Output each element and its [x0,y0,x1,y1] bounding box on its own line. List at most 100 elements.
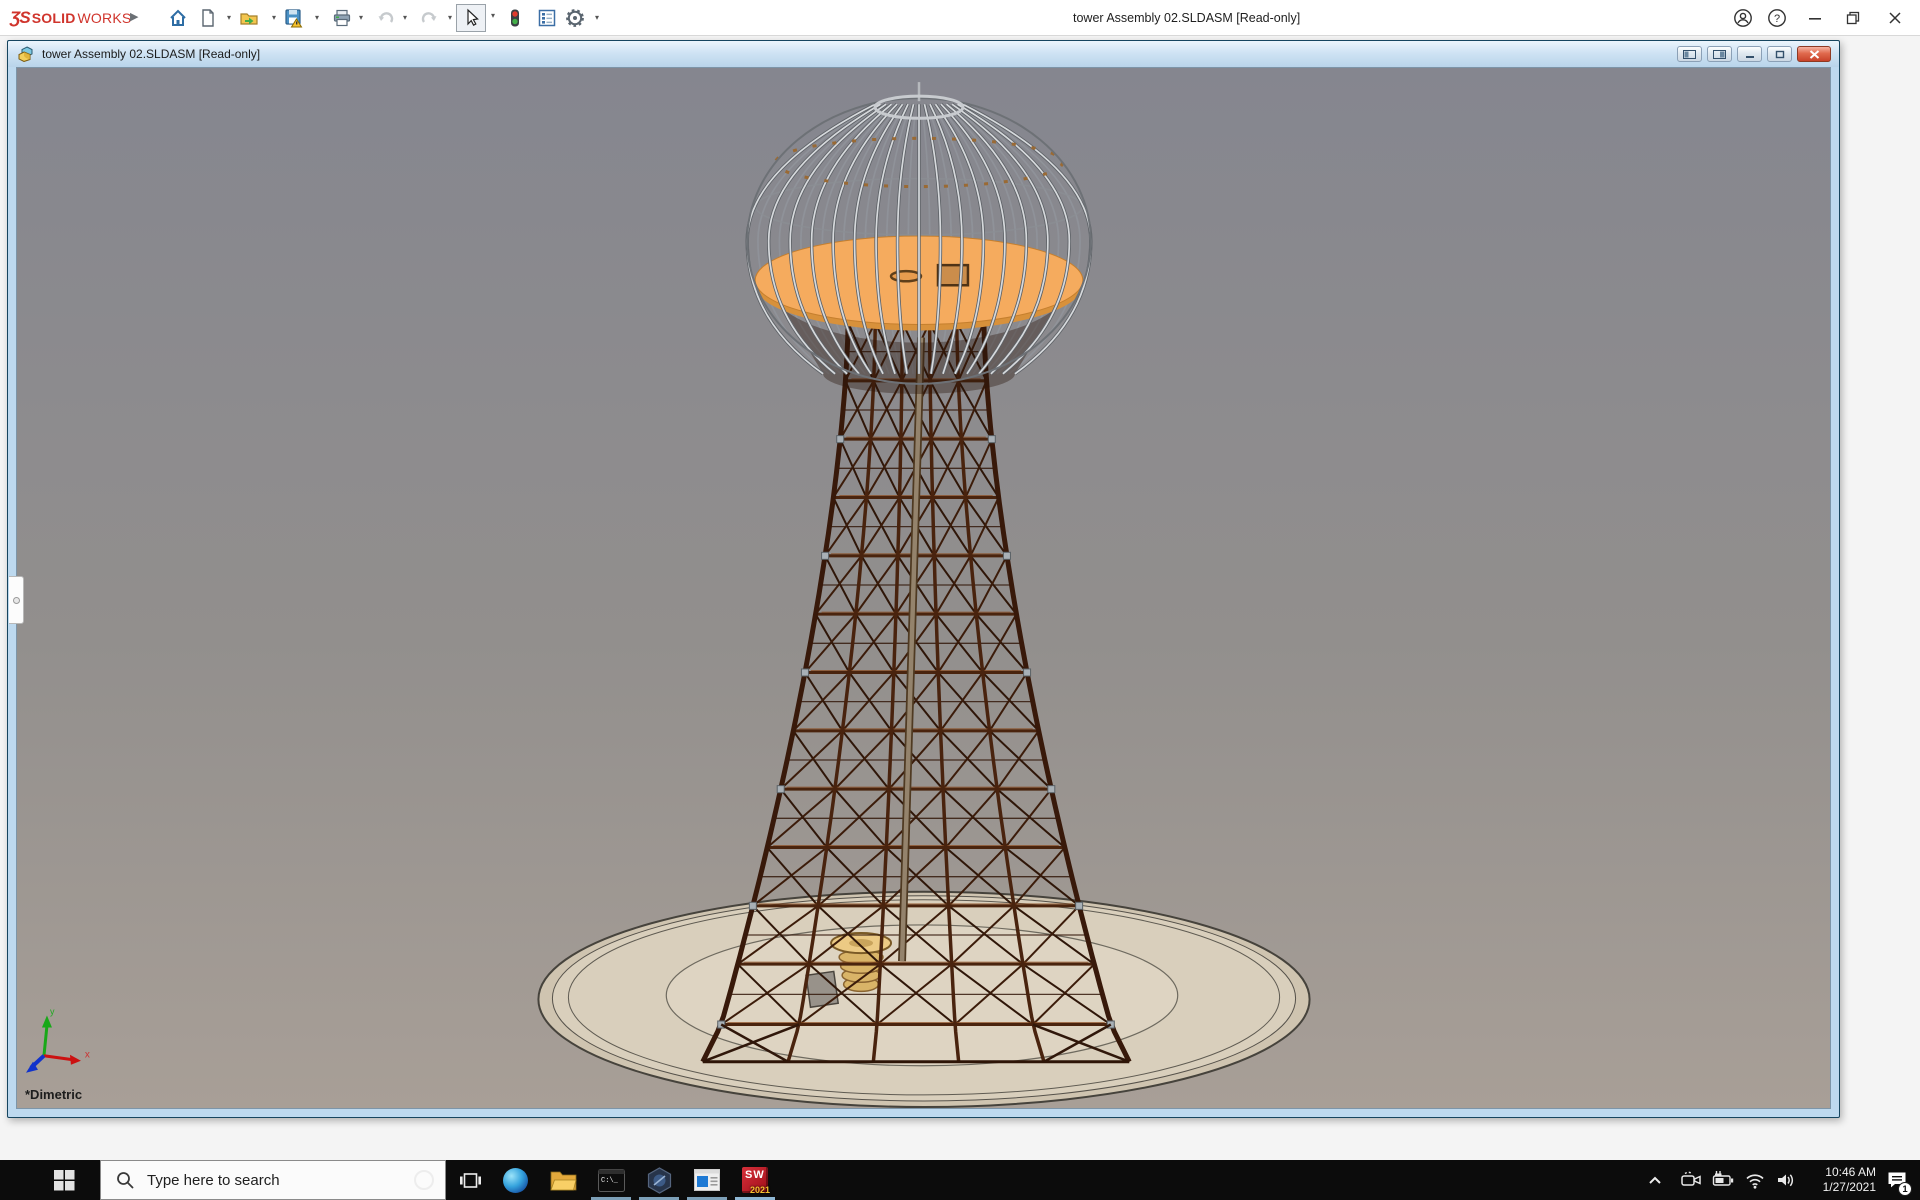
chevron-up-icon [1645,1170,1665,1190]
split-left-button[interactable] [1677,46,1702,62]
open-button[interactable] [238,7,260,29]
svg-text:C:\_: C:\_ [601,1177,619,1185]
save-button[interactable] [283,7,305,29]
rebuild-button[interactable] [504,7,526,29]
new-document-dropdown[interactable]: ▾ [224,13,234,22]
graphics-viewport[interactable]: xy *Dimetric [16,67,1831,1109]
command-prompt-icon: C:\_ [598,1169,625,1192]
select-tool-dropdown[interactable]: ▾ [488,11,498,20]
clock[interactable]: 10:46 AM 1/27/2021 [1796,1165,1876,1195]
help-button[interactable]: ? [1763,4,1791,32]
edrawings-button[interactable] [635,1160,683,1200]
taskbar-search-input[interactable]: Type here to search [100,1160,446,1200]
solidworks-app-icon: SW 2021 [742,1167,768,1193]
redo-dropdown[interactable]: ▾ [445,13,455,22]
help-icon: ? [1767,8,1787,28]
print-dropdown[interactable]: ▾ [356,13,366,22]
logo-text-solid: SOLID [32,10,76,26]
triad-x-label: x [85,1050,90,1061]
minimize-button[interactable] [1801,4,1829,32]
app-title: tower Assembly 02.SLDASM [Read-only] [1073,0,1300,36]
start-button[interactable] [42,1160,86,1200]
minimize-icon [1808,11,1822,25]
volume-icon [1775,1169,1797,1191]
close-button[interactable] [1881,4,1909,32]
feature-tree-collapse-tab[interactable] [9,576,24,624]
edrawings-hexagon-icon [646,1167,673,1194]
maximize-restore-button[interactable] [1839,4,1867,32]
windows-start-icon [54,1170,75,1191]
tray-date: 1/27/2021 [1796,1180,1876,1195]
options-button[interactable] [564,7,586,29]
svg-text:?: ? [1774,13,1780,25]
close-icon [1888,11,1902,25]
orientation-triad[interactable]: xy [26,1006,90,1072]
hidden-icons-button[interactable] [1640,1160,1670,1200]
doc-close-icon [1809,50,1820,59]
doc-minimize-button[interactable] [1737,46,1762,62]
doc-close-button[interactable] [1797,46,1831,62]
doc-minimize-icon [1745,50,1755,59]
select-cursor-icon [462,8,480,28]
open-dropdown[interactable]: ▾ [269,13,279,22]
split-left-icon [1683,50,1696,59]
system-window-button[interactable] [683,1160,731,1200]
document-title-bar[interactable]: tower Assembly 02.SLDASM [Read-only] [8,41,1839,67]
solidworks-taskbar-button[interactable]: SW 2021 [731,1160,779,1200]
restore-icon [1846,11,1860,25]
solidworks-logo: ƷS SOLIDWORKS [10,0,131,36]
cortana-icon [414,1170,434,1190]
print-icon [332,8,352,28]
task-view-button[interactable] [448,1160,492,1200]
meet-now-camera-icon [1680,1169,1702,1191]
system-window-icon [694,1169,720,1191]
print-button[interactable] [331,7,353,29]
home-icon [168,8,188,28]
undo-button[interactable] [375,7,397,29]
triad-y-label: y [50,1006,55,1016]
edge-button[interactable] [491,1160,539,1200]
document-window: tower Assembly 02.SLDASM [Read-only] xy … [7,40,1840,1118]
search-icon [115,1170,135,1190]
solidworks-swoosh-icon: ƷS [10,8,30,28]
file-properties-icon [537,8,557,28]
3d-model-scene[interactable]: xy [17,68,1830,1108]
home-button[interactable] [167,7,189,29]
open-icon [239,8,259,28]
account-button[interactable] [1729,4,1757,32]
menu-expand-icon[interactable]: ▶ [130,10,138,23]
app-title-bar: ƷS SOLIDWORKS ▶ ▾ ▾ ▾ ▾ ▾ ▾ ▾ ▾ tower As… [0,0,1920,36]
battery-button[interactable] [1708,1160,1738,1200]
split-right-icon [1713,50,1726,59]
search-placeholder: Type here to search [147,1172,280,1189]
meet-now-button[interactable] [1676,1160,1706,1200]
file-explorer-icon [550,1169,577,1191]
file-properties-button[interactable] [536,7,558,29]
save-icon [284,8,304,28]
file-explorer-button[interactable] [539,1160,587,1200]
edge-icon [503,1168,528,1193]
notification-badge: 1 [1898,1182,1912,1196]
redo-button[interactable] [418,7,440,29]
split-right-button[interactable] [1707,46,1732,62]
logo-text-works: WORKS [78,10,132,26]
task-view-icon [459,1169,482,1192]
new-document-button[interactable] [197,7,219,29]
rebuild-stoplight-icon [505,8,525,28]
assembly-document-icon [18,46,36,62]
doc-restore-button[interactable] [1767,46,1792,62]
wifi-icon [1744,1169,1766,1191]
save-dropdown[interactable]: ▾ [312,13,322,22]
action-center-button[interactable]: 1 [1880,1160,1914,1200]
select-tool-button[interactable] [456,4,486,32]
command-prompt-button[interactable]: C:\_ [587,1160,635,1200]
undo-dropdown[interactable]: ▾ [400,13,410,22]
doc-restore-icon [1775,50,1785,59]
account-icon [1733,8,1753,28]
redo-icon [419,8,439,28]
splitter-knob-icon [13,597,20,604]
wifi-button[interactable] [1740,1160,1770,1200]
cortana-button[interactable] [402,1160,446,1200]
windows-taskbar: Type here to search C:\_ SW 2021 [0,1160,1920,1200]
options-dropdown[interactable]: ▾ [592,13,602,22]
